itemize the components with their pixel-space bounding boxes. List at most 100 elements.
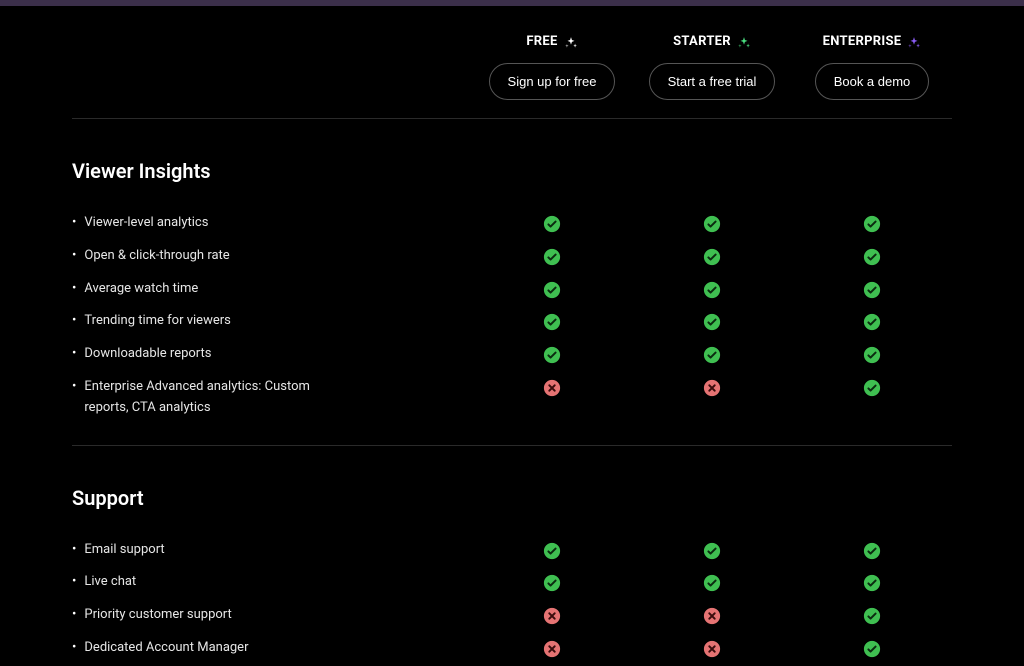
check-icon (703, 346, 721, 364)
status-cell (472, 213, 632, 233)
sparkle-icon (564, 35, 578, 49)
status-cell (632, 540, 792, 560)
check-icon (863, 215, 881, 233)
check-icon (703, 281, 721, 299)
status-cell (792, 540, 952, 560)
check-icon (863, 248, 881, 266)
plan-name-enterprise: ENTERPRISE (823, 34, 902, 49)
check-icon (543, 346, 561, 364)
status-cell (472, 572, 632, 592)
status-cell (632, 605, 792, 625)
feature-row: •Trending time for viewers (72, 305, 952, 338)
bullet-icon: • (72, 540, 76, 561)
bullet-icon: • (72, 377, 76, 398)
status-cell (792, 279, 952, 299)
sparkle-icon (737, 35, 751, 49)
feature-label: Downloadable reports (84, 344, 211, 365)
status-cell (632, 344, 792, 364)
status-cell (632, 311, 792, 331)
check-icon (703, 248, 721, 266)
feature-label: Live chat (84, 572, 136, 593)
status-cell (792, 638, 952, 658)
status-cell (472, 377, 632, 397)
feature-row: • Live chat (72, 566, 952, 599)
start-trial-button[interactable]: Start a free trial (649, 63, 776, 100)
status-cell (632, 377, 792, 397)
bullet-icon: • (72, 572, 76, 593)
feature-row: • Average watch time (72, 273, 952, 306)
feature-label: Dedicated Account Manager (84, 638, 248, 659)
check-icon (863, 379, 881, 397)
check-icon (863, 313, 881, 331)
plan-name-row-free: FREE (526, 34, 577, 49)
status-cell (472, 246, 632, 266)
plan-col-starter: STARTER Start a free trial (632, 34, 792, 100)
plan-header-row: FREE Sign up for free STARTER Start a fr… (72, 6, 952, 118)
cross-icon (543, 640, 561, 658)
cross-icon (543, 607, 561, 625)
check-icon (543, 542, 561, 560)
feature-label-col: •Downloadable reports (72, 344, 472, 365)
feature-label-col: •Open & click-through rate (72, 246, 472, 267)
status-cell (792, 344, 952, 364)
check-icon (543, 574, 561, 592)
feature-row: •Dedicated Account Manager (72, 632, 952, 665)
section-viewer-insights: Viewer Insights •Viewer-level analytics •… (72, 119, 952, 445)
bullet-icon: • (72, 279, 76, 300)
status-cell (632, 246, 792, 266)
feature-row: •Priority customer support (72, 599, 952, 632)
sparkle-icon (907, 35, 921, 49)
feature-label: Average watch time (84, 279, 198, 300)
status-cell (472, 605, 632, 625)
check-icon (543, 248, 561, 266)
feature-label-col: •Viewer-level analytics (72, 213, 472, 234)
plan-name-free: FREE (526, 34, 557, 49)
feature-row: •Email support (72, 534, 952, 567)
plan-name-row-enterprise: ENTERPRISE (823, 34, 922, 49)
signup-free-button[interactable]: Sign up for free (489, 63, 616, 100)
check-icon (703, 313, 721, 331)
section-title-support: Support (72, 486, 952, 510)
status-cell (632, 279, 792, 299)
section-title-viewer-insights: Viewer Insights (72, 159, 952, 183)
pricing-comparison-page: FREE Sign up for free STARTER Start a fr… (0, 6, 1024, 666)
feature-label-col: •Priority customer support (72, 605, 472, 626)
status-cell (632, 213, 792, 233)
check-icon (863, 346, 881, 364)
book-demo-button[interactable]: Book a demo (815, 63, 930, 100)
feature-label-col: •Enterprise Advanced analytics: Custom r… (72, 377, 472, 419)
feature-label: Priority customer support (84, 605, 231, 626)
feature-row: •Open & click-through rate (72, 240, 952, 273)
feature-label-col: • Average watch time (72, 279, 472, 300)
check-icon (703, 574, 721, 592)
status-cell (472, 344, 632, 364)
feature-row: •Viewer-level analytics (72, 207, 952, 240)
cross-icon (703, 379, 721, 397)
status-cell (472, 279, 632, 299)
status-cell (632, 638, 792, 658)
plan-col-free: FREE Sign up for free (472, 34, 632, 100)
status-cell (792, 246, 952, 266)
cross-icon (703, 607, 721, 625)
feature-rows-support: •Email support•Live chat•Priority custom… (72, 534, 952, 665)
feature-label-col: •Email support (72, 540, 472, 561)
status-cell (472, 311, 632, 331)
check-icon (863, 281, 881, 299)
status-cell (792, 572, 952, 592)
plan-name-starter: STARTER (673, 34, 731, 49)
feature-label-col: •Trending time for viewers (72, 311, 472, 332)
check-icon (703, 542, 721, 560)
check-icon (543, 281, 561, 299)
status-cell (472, 638, 632, 658)
section-support: Support •Email support•Live chat•Priorit… (72, 446, 952, 666)
check-icon (543, 215, 561, 233)
feature-rows-viewer-insights: •Viewer-level analytics•Open & click-thr… (72, 207, 952, 425)
feature-row: •Enterprise Advanced analytics: Custom r… (72, 371, 952, 425)
status-cell (632, 572, 792, 592)
check-icon (863, 607, 881, 625)
cross-icon (543, 379, 561, 397)
check-icon (863, 542, 881, 560)
check-icon (543, 313, 561, 331)
feature-label: Trending time for viewers (84, 311, 230, 332)
feature-label: Open & click-through rate (84, 246, 229, 267)
